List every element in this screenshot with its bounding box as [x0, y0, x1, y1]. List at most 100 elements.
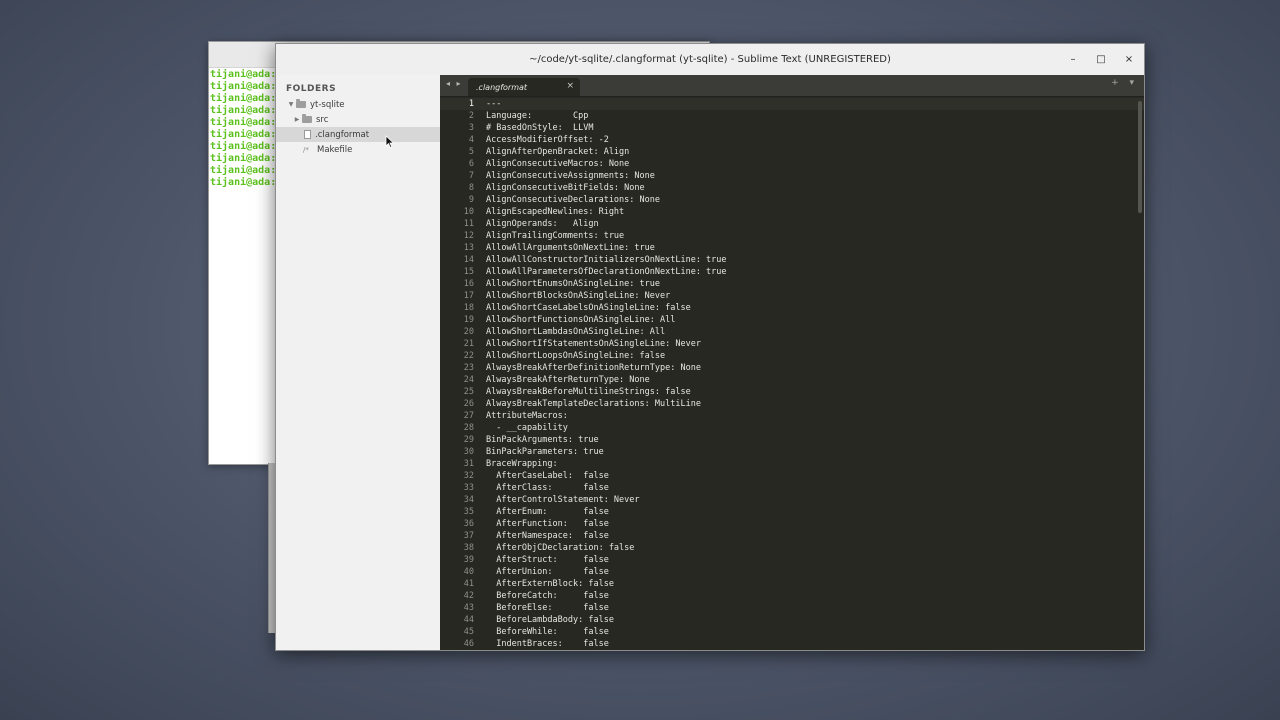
code-line[interactable]: AfterObjCDeclaration: false	[486, 542, 1134, 554]
line-number: 15	[463, 267, 474, 277]
line-number: 24	[463, 375, 474, 385]
code-line[interactable]: AllowAllConstructorInitializersOnNextLin…	[486, 254, 1134, 266]
line-number: 37	[463, 531, 474, 541]
code-line[interactable]: AfterExternBlock: false	[486, 578, 1134, 590]
file-icon	[304, 130, 311, 139]
code-line[interactable]: AlignEscapedNewlines: Right	[486, 206, 1134, 218]
line-number: 44	[463, 615, 474, 625]
line-number: 19	[463, 315, 474, 325]
line-number: 17	[463, 291, 474, 301]
sidebar-item-src[interactable]: ▶ src	[276, 112, 456, 127]
line-number: 13	[463, 243, 474, 253]
tab-clangformat[interactable]: .clangformat ×	[468, 78, 580, 96]
code-line[interactable]: AfterFunction: false	[486, 518, 1134, 530]
code-line[interactable]: AllowShortLoopsOnASingleLine: false	[486, 350, 1134, 362]
window-titlebar[interactable]: ~/code/yt-sqlite/.clangformat (yt-sqlite…	[276, 44, 1144, 76]
close-icon[interactable]: ×	[566, 81, 574, 91]
code-line[interactable]: BinPackArguments: true	[486, 434, 1134, 446]
code-line[interactable]: AlignAfterOpenBracket: Align	[486, 146, 1134, 158]
code-line[interactable]: AfterControlStatement: Never	[486, 494, 1134, 506]
line-number: 9	[468, 195, 474, 205]
line-number: 20	[463, 327, 474, 337]
line-number: 10	[463, 207, 474, 217]
line-number: 16	[463, 279, 474, 289]
line-number: 21	[463, 339, 474, 349]
line-number: 22	[463, 351, 474, 361]
folder-open-icon	[296, 99, 306, 108]
code-line[interactable]: AllowShortBlocksOnASingleLine: Never	[486, 290, 1134, 302]
code-line[interactable]: BinPackParameters: true	[486, 446, 1134, 458]
minimize-button[interactable]: –	[1064, 50, 1082, 68]
sidebar: FOLDERS ▼ yt-sqlite ▶ src .clangformat /…	[276, 75, 468, 650]
code-line[interactable]: BeforeElse: false	[486, 602, 1134, 614]
tab-nav-arrows[interactable]: ◂ ▸	[446, 79, 463, 88]
code-editor[interactable]: 1 2 3 4 5 6 7 8 9 10 11 12 13 14 15 16 17 18 19 20 21 22 23 24 2…	[440, 97, 1144, 650]
code-line[interactable]: AlwaysBreakBeforeMultilineStrings: false	[486, 386, 1134, 398]
code-line[interactable]: BeforeWhile: false	[486, 626, 1134, 638]
maximize-button[interactable]: □	[1092, 50, 1110, 68]
code-line[interactable]: AllowShortLambdasOnASingleLine: All	[486, 326, 1134, 338]
code-line[interactable]: AlignConsecutiveBitFields: None	[486, 182, 1134, 194]
code-line[interactable]: AfterStruct: false	[486, 554, 1134, 566]
window-title: ~/code/yt-sqlite/.clangformat (yt-sqlite…	[529, 54, 891, 65]
code-line[interactable]: AllowAllParametersOfDeclarationOnNextLin…	[486, 266, 1134, 278]
code-line[interactable]: AlignConsecutiveAssignments: None	[486, 170, 1134, 182]
code-line[interactable]: AlwaysBreakTemplateDeclarations: MultiLi…	[486, 398, 1134, 410]
line-number: 38	[463, 543, 474, 553]
chevron-right-icon[interactable]: ▶	[292, 116, 302, 123]
code-line[interactable]: BeforeLambdaBody: false	[486, 614, 1134, 626]
line-number: 25	[463, 387, 474, 397]
line-number: 11	[463, 219, 474, 229]
folder-icon	[302, 114, 312, 123]
code-line[interactable]: - __capability	[486, 422, 1134, 434]
code-line[interactable]: AfterNamespace: false	[486, 530, 1134, 542]
code-line[interactable]: AllowAllArgumentsOnNextLine: true	[486, 242, 1134, 254]
code-line[interactable]: AlignTrailingComments: true	[486, 230, 1134, 242]
code-line[interactable]: AccessModifierOffset: -2	[486, 134, 1134, 146]
line-number: 32	[463, 471, 474, 481]
sidebar-item-makefile[interactable]: /* Makefile	[276, 142, 467, 157]
new-tab-controls[interactable]: + ▾	[1111, 78, 1138, 88]
code-line[interactable]: AttributeMacros:	[486, 410, 1134, 422]
code-line[interactable]: AfterEnum: false	[486, 506, 1134, 518]
code-line[interactable]: AlwaysBreakAfterDefinitionReturnType: No…	[486, 362, 1134, 374]
line-number: 43	[463, 603, 474, 613]
code-line[interactable]: BraceWrapping:	[486, 458, 1134, 470]
tab-bar: ◂ ▸ .clangformat × + ▾	[440, 75, 1144, 97]
close-button[interactable]: ×	[1120, 50, 1138, 68]
code-line[interactable]: Language: Cpp	[486, 110, 1134, 122]
line-number: 26	[463, 399, 474, 409]
code-line[interactable]: AfterClass: false	[486, 482, 1134, 494]
code-line[interactable]: AlignOperands: Align	[486, 218, 1134, 230]
line-number: 7	[468, 171, 474, 181]
code-line[interactable]: AllowShortFunctionsOnASingleLine: All	[486, 314, 1134, 326]
code-line[interactable]: AlignConsecutiveDeclarations: None	[486, 194, 1134, 206]
code-line[interactable]: AfterCaseLabel: false	[486, 470, 1134, 482]
vertical-scrollbar[interactable]	[1138, 101, 1142, 213]
line-number-gutter: 1 2 3 4 5 6 7 8 9 10 11 12 13 14 15 16 17 18 19 20 21 22 23 24 2…	[440, 98, 474, 650]
sublime-window[interactable]: ~/code/yt-sqlite/.clangformat (yt-sqlite…	[275, 43, 1145, 651]
line-number: 40	[463, 567, 474, 577]
line-number: 42	[463, 591, 474, 601]
code-line[interactable]: AllowShortIfStatementsOnASingleLine: Nev…	[486, 338, 1134, 350]
line-number: 1	[468, 99, 474, 109]
code-line[interactable]: AlwaysBreakAfterReturnType: None	[486, 374, 1134, 386]
line-number: 18	[463, 303, 474, 313]
line-number: 45	[463, 627, 474, 637]
code-line[interactable]: AllowShortCaseLabelsOnASingleLine: false	[486, 302, 1134, 314]
sidebar-item-label: Makefile	[317, 144, 353, 155]
line-number: 36	[463, 519, 474, 529]
code-line[interactable]: AlignConsecutiveMacros: None	[486, 158, 1134, 170]
chevron-down-icon[interactable]: ▼	[286, 101, 296, 108]
code-area[interactable]: --- Language: Cpp # BasedOnStyle: LLVM Acce…	[486, 98, 1134, 650]
code-line[interactable]: ---	[486, 98, 1134, 110]
line-number: 30	[463, 447, 474, 457]
code-line[interactable]: AfterUnion: false	[486, 566, 1134, 578]
sidebar-item-label: .clangformat	[315, 129, 370, 140]
code-line[interactable]: AllowShortEnumsOnASingleLine: true	[486, 278, 1134, 290]
code-line[interactable]: BeforeCatch: false	[486, 590, 1134, 602]
tab-label: .clangformat	[476, 82, 528, 92]
sidebar-item-project[interactable]: ▼ yt-sqlite	[276, 97, 450, 112]
code-line[interactable]: # BasedOnStyle: LLVM	[486, 122, 1134, 134]
code-line[interactable]: IndentBraces: false	[486, 638, 1134, 650]
